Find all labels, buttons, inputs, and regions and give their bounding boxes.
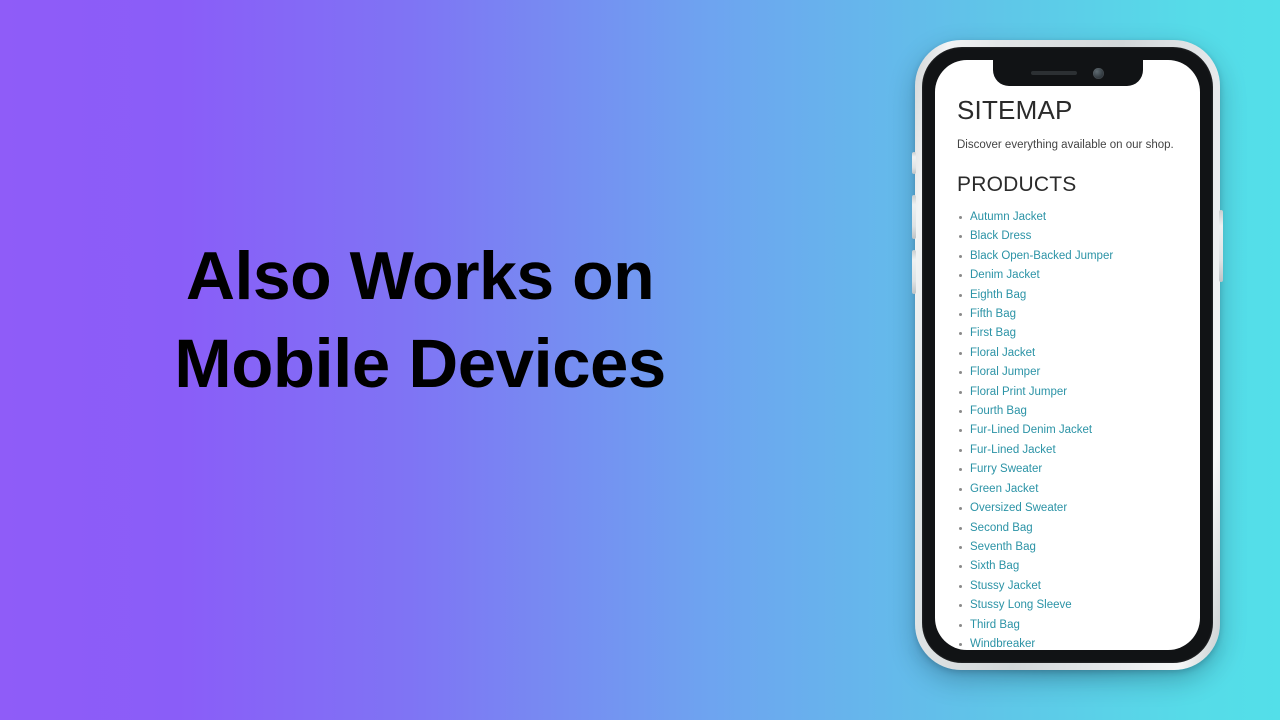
- product-link[interactable]: Green Jacket: [970, 483, 1038, 495]
- page-subtitle: Discover everything available on our sho…: [957, 139, 1174, 151]
- phone-notch: [992, 60, 1143, 86]
- product-link[interactable]: Autumn Jacket: [970, 211, 1046, 223]
- volume-down-button[interactable]: [912, 250, 916, 294]
- list-item: Sixth Bag: [957, 557, 1178, 576]
- list-item: Floral Print Jumper: [957, 383, 1178, 402]
- list-item: Eighth Bag: [957, 286, 1178, 305]
- list-item: Furry Sweater: [957, 460, 1178, 479]
- list-item: Third Bag: [957, 616, 1178, 635]
- list-item: Green Jacket: [957, 480, 1178, 499]
- product-link[interactable]: Eighth Bag: [970, 289, 1026, 301]
- list-item: Stussy Long Sleeve: [957, 596, 1178, 615]
- list-item: First Bag: [957, 324, 1178, 343]
- page-title: SITEMAP: [957, 95, 1073, 125]
- product-link[interactable]: Floral Jacket: [970, 347, 1035, 359]
- list-item: Floral Jumper: [957, 363, 1178, 382]
- phone-mockup: SITEMAP Discover everything available on…: [912, 40, 1223, 670]
- product-link[interactable]: Oversized Sweater: [970, 502, 1067, 514]
- product-link[interactable]: First Bag: [970, 327, 1016, 339]
- volume-up-button[interactable]: [912, 195, 916, 239]
- product-link-list: Autumn Jacket Black Dress Black Open-Backe…: [957, 208, 1178, 650]
- list-item: Autumn Jacket: [957, 208, 1178, 227]
- product-link[interactable]: Fourth Bag: [970, 405, 1027, 417]
- headline-line-2: Mobile Devices: [174, 325, 666, 402]
- product-link[interactable]: Floral Print Jumper: [970, 386, 1067, 398]
- product-link[interactable]: Fur-Lined Denim Jacket: [970, 424, 1092, 436]
- product-link[interactable]: Fifth Bag: [970, 308, 1016, 320]
- list-item: Black Dress: [957, 227, 1178, 246]
- list-item: Floral Jacket: [957, 344, 1178, 363]
- speaker-grille-icon: [1031, 71, 1077, 75]
- mute-switch[interactable]: [912, 152, 916, 174]
- list-item: Stussy Jacket: [957, 577, 1178, 596]
- product-link[interactable]: Third Bag: [970, 619, 1020, 631]
- product-link[interactable]: Floral Jumper: [970, 366, 1040, 378]
- front-camera-icon: [1093, 67, 1104, 79]
- sitemap-page: SITEMAP Discover everything available on…: [935, 60, 1200, 650]
- product-link[interactable]: Seventh Bag: [970, 541, 1036, 553]
- product-link[interactable]: Windbreaker: [970, 638, 1035, 650]
- list-item: Denim Jacket: [957, 266, 1178, 285]
- product-link[interactable]: Stussy Jacket: [970, 580, 1041, 592]
- slide-canvas: Also Works on Mobile Devices SITEMAP Dis…: [0, 0, 1280, 720]
- product-link[interactable]: Denim Jacket: [970, 269, 1040, 281]
- product-link[interactable]: Sixth Bag: [970, 560, 1019, 572]
- headline: Also Works on Mobile Devices: [0, 232, 840, 408]
- product-link[interactable]: Black Open-Backed Jumper: [970, 250, 1113, 262]
- product-link[interactable]: Furry Sweater: [970, 463, 1042, 475]
- section-title-products: PRODUCTS: [957, 173, 1077, 196]
- product-link[interactable]: Fur-Lined Jacket: [970, 444, 1056, 456]
- list-item: Oversized Sweater: [957, 499, 1178, 518]
- phone-bezel: SITEMAP Discover everything available on…: [922, 47, 1213, 663]
- list-item: Black Open-Backed Jumper: [957, 247, 1178, 266]
- phone-screen: SITEMAP Discover everything available on…: [935, 60, 1200, 650]
- list-item: Seventh Bag: [957, 538, 1178, 557]
- list-item: Fur-Lined Jacket: [957, 441, 1178, 460]
- list-item: Windbreaker: [957, 635, 1178, 650]
- list-item: Second Bag: [957, 519, 1178, 538]
- list-item: Fur-Lined Denim Jacket: [957, 421, 1178, 440]
- power-button[interactable]: [1219, 210, 1223, 282]
- list-item: Fourth Bag: [957, 402, 1178, 421]
- product-link[interactable]: Stussy Long Sleeve: [970, 599, 1072, 611]
- headline-line-1: Also Works on: [185, 238, 655, 314]
- product-link[interactable]: Second Bag: [970, 522, 1033, 534]
- list-item: Fifth Bag: [957, 305, 1178, 324]
- product-link[interactable]: Black Dress: [970, 230, 1031, 242]
